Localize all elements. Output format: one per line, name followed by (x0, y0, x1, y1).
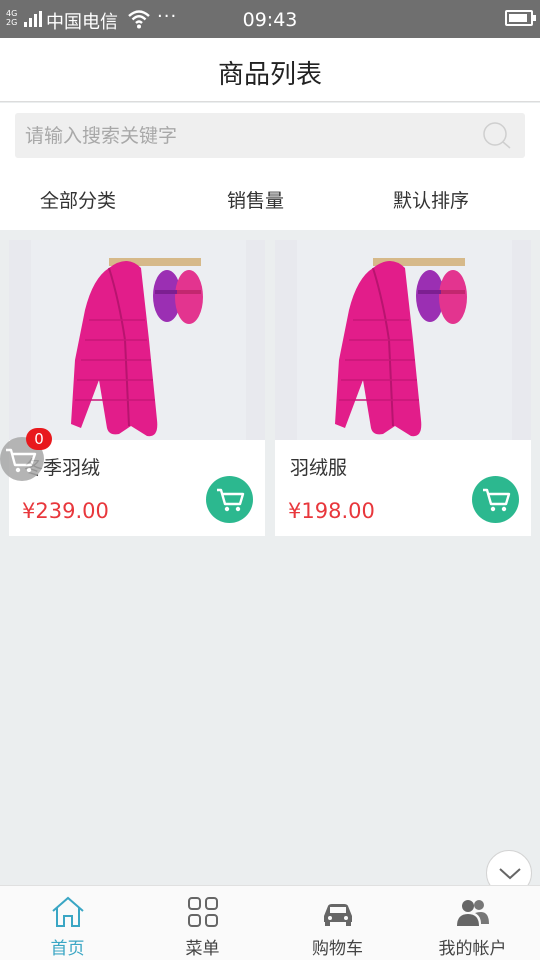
home-icon (51, 896, 84, 927)
cart-icon (217, 488, 245, 512)
add-to-cart-button[interactable] (206, 476, 253, 523)
search-box[interactable] (15, 113, 525, 158)
status-bar: 4G 2G 中国电信 ··· 09:43 (0, 0, 540, 38)
filter-category-label: 全部分类 (40, 189, 117, 212)
tab-cart[interactable]: 购物车 (270, 886, 405, 960)
cart-count-badge: 0 (26, 428, 52, 450)
tab-home[interactable]: 首页 (0, 886, 135, 960)
tab-account-label: 我的帐户 (438, 939, 507, 959)
add-to-cart-button[interactable] (472, 476, 519, 523)
tab-account[interactable]: 我的帐户 (405, 886, 540, 960)
filter-sort[interactable]: 默认排序 (393, 168, 469, 230)
battery-icon (505, 10, 536, 26)
product-card[interactable]: 冬季羽绒 ¥239.00 (9, 240, 265, 536)
product-price: ¥239.00 (22, 499, 109, 523)
tab-cart-label: 购物车 (312, 939, 363, 959)
filter-sort-label: 默认排序 (393, 189, 470, 212)
page-title: 商品列表 (217, 60, 322, 90)
bottom-tab-bar: 首页 菜单 购物车 我的帐户 (0, 885, 540, 960)
product-name[interactable]: 羽绒服 (290, 453, 347, 480)
product-image[interactable] (9, 240, 265, 440)
search-area (0, 103, 540, 168)
tab-menu-label: 菜单 (185, 939, 220, 959)
clock: 09:43 (242, 9, 298, 31)
tab-home-label: 首页 (50, 939, 85, 959)
product-price: ¥198.00 (288, 499, 375, 523)
search-icon[interactable] (481, 121, 513, 151)
cart-icon (483, 488, 511, 512)
header: 商品列表 (0, 38, 540, 102)
filter-sales[interactable]: 销售量 (227, 168, 284, 230)
product-image[interactable] (275, 240, 531, 440)
product-card[interactable]: 羽绒服 ¥198.00 (275, 240, 531, 536)
filter-sales-label: 销售量 (227, 189, 285, 212)
search-input[interactable] (25, 113, 475, 158)
grid-icon (187, 897, 218, 927)
filter-category[interactable]: 全部分类 (40, 168, 116, 230)
car-icon (323, 904, 352, 926)
filter-bar: 全部分类 销售量 默认排序 (0, 168, 540, 230)
users-icon (456, 900, 489, 926)
tab-menu[interactable]: 菜单 (135, 886, 270, 960)
